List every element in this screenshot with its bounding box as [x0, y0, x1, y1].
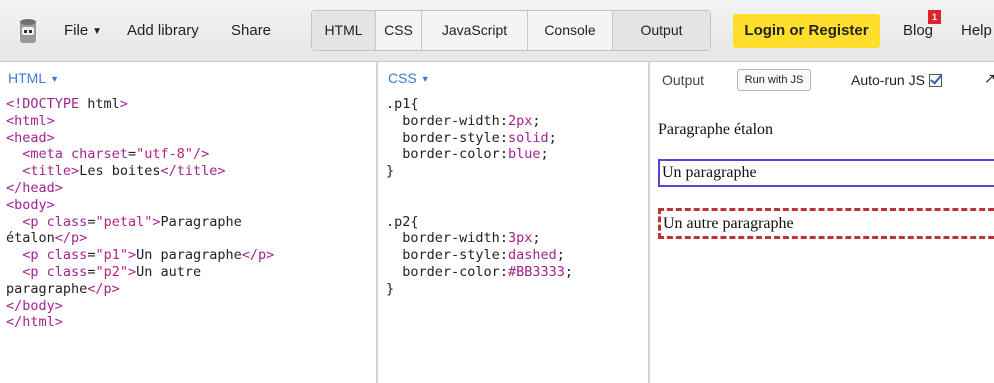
html-panel-dropdown[interactable]: HTML ▼ — [8, 70, 59, 86]
tab-html[interactable]: HTML — [312, 11, 376, 50]
css-panel-label: CSS — [388, 70, 417, 86]
login-register-button[interactable]: Login or Register — [733, 14, 880, 48]
tab-javascript[interactable]: JavaScript — [422, 11, 528, 50]
auto-run-toggle[interactable]: Auto-run JS — [851, 72, 942, 88]
help-link[interactable]: Help — [961, 0, 992, 62]
tab-output[interactable]: Output — [613, 11, 710, 50]
auto-run-label: Auto-run JS — [851, 72, 925, 88]
output-panel: Output Run with JS Auto-run JS ↗ Paragra… — [652, 62, 994, 383]
output-paragraph-p2: Un autre paragraphe — [658, 208, 994, 239]
html-panel-label: HTML — [8, 70, 47, 86]
css-editor-panel: CSS ▼ .p1{ border-width:2px; border-style… — [380, 62, 650, 383]
blog-notification-badge: 1 — [928, 10, 941, 24]
html-code-editor[interactable]: <!DOCTYPE html> <html> <head> <meta char… — [6, 96, 274, 331]
auto-run-checkbox[interactable] — [928, 74, 942, 87]
chevron-down-icon: ▼ — [420, 74, 430, 84]
add-library-button[interactable]: Add library — [127, 0, 199, 62]
output-label: Output — [662, 72, 705, 88]
pop-out-arrow-icon[interactable]: ↗ — [984, 70, 994, 87]
chevron-down-icon: ▼ — [92, 26, 103, 37]
html-editor-panel: HTML ▼ <!DOCTYPE html> <html> <head> <met… — [0, 62, 378, 383]
output-header: Output Run with JS Auto-run JS ↗ — [652, 62, 994, 96]
chevron-down-icon: ▼ — [50, 74, 60, 84]
panel-tabs: HTML CSS JavaScript Console Output — [311, 10, 711, 51]
tab-css[interactable]: CSS — [376, 11, 422, 50]
share-button[interactable]: Share — [231, 0, 271, 62]
output-paragraph-p1: Un paragraphe — [658, 159, 994, 187]
jsbin-logo-icon[interactable] — [18, 17, 38, 45]
file-menu[interactable]: File ▼ — [64, 0, 102, 62]
css-panel-dropdown[interactable]: CSS ▼ — [388, 70, 430, 86]
css-code-editor[interactable]: .p1{ border-width:2px; border-style:soli… — [386, 96, 573, 298]
tab-console[interactable]: Console — [528, 11, 613, 50]
toolbar: File ▼ Add library Share HTML CSS JavaScr… — [0, 0, 994, 62]
output-paragraph-etalon: Paragraphe étalon — [658, 121, 774, 138]
run-with-js-button[interactable]: Run with JS — [737, 69, 811, 91]
file-menu-label: File — [64, 22, 89, 39]
